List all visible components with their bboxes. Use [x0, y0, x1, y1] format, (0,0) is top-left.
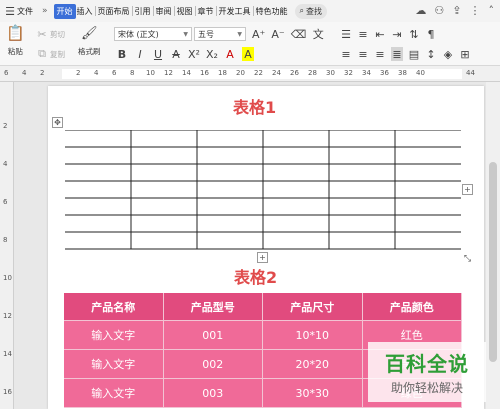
window-controls: ☁ ⚇ ⇪ ⋮ ˄	[415, 4, 494, 17]
table-cell[interactable]: 10*10	[263, 321, 363, 350]
borders-icon[interactable]: ⊞	[459, 47, 471, 61]
tab-features[interactable]: 特色功能	[255, 4, 289, 19]
vertical-scrollbar[interactable]	[486, 82, 500, 409]
justify-icon[interactable]: ≣	[391, 47, 403, 61]
shading-icon[interactable]: ◈	[442, 47, 454, 61]
tab-sections[interactable]: 章节	[197, 4, 215, 19]
numbered-list-icon[interactable]: ≡	[357, 27, 369, 41]
sort-icon[interactable]: ⇅	[408, 27, 420, 41]
align-right-icon[interactable]: ≡	[374, 47, 386, 61]
decrease-indent-icon[interactable]: ⇤	[374, 27, 386, 41]
superscript-button[interactable]: X²	[188, 47, 200, 61]
collapse-icon[interactable]: ˄	[489, 4, 495, 17]
line-spacing-icon[interactable]: ↕	[425, 47, 437, 61]
scissors-icon: ✂	[37, 27, 47, 41]
paste-button[interactable]: 📋 粘贴	[6, 24, 25, 57]
format-painter-button[interactable]: 🖌 格式刷	[78, 26, 101, 57]
table1-title: 表格1	[233, 98, 277, 117]
distribute-icon[interactable]: ▤	[408, 47, 420, 61]
chevron-right-icon[interactable]: »	[42, 6, 48, 16]
increase-indent-icon[interactable]: ⇥	[391, 27, 403, 41]
strikethrough-button[interactable]: A	[170, 47, 182, 61]
share-icon[interactable]: ⇪	[452, 4, 461, 17]
file-menu[interactable]: ☰ 文件	[4, 4, 34, 19]
grow-font-icon[interactable]: A⁺	[252, 27, 265, 41]
chevron-down-icon: ▼	[237, 30, 242, 38]
font-color-button[interactable]: A	[224, 47, 236, 61]
paragraph-align-controls: ≡ ≡ ≡ ≣ ▤ ↕ ◈ ⊞	[340, 47, 471, 61]
brush-icon: 🖌	[80, 25, 98, 41]
tab-review[interactable]: 审阅	[155, 4, 173, 19]
search-box[interactable]: ⌕ 查找	[294, 3, 327, 19]
italic-button[interactable]: I	[134, 47, 146, 61]
table2-title: 表格2	[234, 268, 278, 287]
watermark-title: 百科全说	[385, 352, 469, 376]
table-header-row: 产品名称 产品型号 产品尺寸 产品颜色	[64, 293, 462, 321]
align-left-icon[interactable]: ≡	[340, 47, 352, 61]
search-icon: ⌕	[299, 6, 304, 15]
clipboard-icon: 📋	[6, 24, 25, 42]
copy-icon: ⧉	[38, 47, 46, 60]
ribbon-toolbar: 📋 粘贴 ✂ 剪切 ⧉ 复制 🖌 格式刷 宋体 (正文) ▼ 五号 ▼ A⁺ A…	[0, 22, 500, 66]
pinyin-icon[interactable]: 文	[312, 27, 324, 41]
bold-button[interactable]: B	[116, 47, 128, 61]
watermark-logo: 百科全说 助你轻松解决	[368, 342, 486, 402]
font-size-select[interactable]: 五号 ▼	[194, 27, 246, 41]
user-icon[interactable]: ⚇	[434, 4, 444, 17]
horizontal-ruler[interactable]: 6 4 2 2 4 6 8 10 12 14 16 18 20 22 24 26…	[0, 66, 500, 82]
shrink-font-icon[interactable]: A⁻	[271, 27, 284, 41]
more-icon[interactable]: ⋮	[470, 4, 481, 17]
align-center-icon[interactable]: ≡	[357, 47, 369, 61]
menu-bar: ☰ 文件 » 开始 插入 页面布局 引用 审阅 视图 章节 开发工具 特色功能 …	[0, 0, 500, 22]
table-move-handle[interactable]: ✥	[52, 117, 63, 128]
font-name-select[interactable]: 宋体 (正文) ▼	[114, 27, 192, 41]
table-cell[interactable]: 002	[163, 350, 263, 379]
format-buttons: B I U A X² X₂ A A	[116, 47, 254, 61]
table-cell[interactable]: 001	[163, 321, 263, 350]
tab-page-layout[interactable]: 页面布局	[97, 4, 131, 19]
copy-button[interactable]: ⧉ 复制	[36, 47, 65, 61]
hamburger-icon: ☰	[5, 4, 15, 18]
header-cell[interactable]: 产品型号	[163, 293, 263, 321]
watermark-subtitle: 助你轻松解决	[390, 381, 463, 395]
add-column-button[interactable]: +	[462, 184, 473, 195]
chevron-down-icon: ▼	[183, 30, 188, 38]
table-cell[interactable]: 输入文字	[64, 379, 164, 408]
table-cell[interactable]: 30*30	[263, 379, 363, 408]
header-cell[interactable]: 产品名称	[64, 293, 164, 321]
tab-view[interactable]: 视图	[176, 4, 194, 19]
font-size-controls: A⁺ A⁻ ⌫ 文	[252, 27, 324, 42]
tab-references[interactable]: 引用	[134, 4, 152, 19]
tab-insert[interactable]: 插入	[76, 4, 94, 19]
tab-home[interactable]: 开始	[53, 3, 76, 19]
underline-button[interactable]: U	[152, 47, 164, 61]
paragraph-list-controls: ☰ ≡ ⇤ ⇥ ⇅ ¶	[340, 27, 437, 41]
table-cell[interactable]: 20*20	[263, 350, 363, 379]
vertical-ruler[interactable]: 2 4 6 8 10 12 14 16	[0, 82, 14, 409]
table1-grid[interactable]	[65, 130, 461, 252]
subscript-button[interactable]: X₂	[206, 47, 218, 61]
table-cell[interactable]: 输入文字	[64, 350, 164, 379]
header-cell[interactable]: 产品尺寸	[263, 293, 363, 321]
scrollbar-thumb[interactable]	[489, 162, 497, 362]
header-cell[interactable]: 产品颜色	[362, 293, 462, 321]
cut-button[interactable]: ✂ 剪切	[36, 27, 65, 41]
resize-table-icon[interactable]: ⤡	[462, 253, 473, 264]
bullet-list-icon[interactable]: ☰	[340, 27, 352, 41]
show-marks-icon[interactable]: ¶	[425, 27, 437, 41]
add-row-button[interactable]: +	[257, 252, 268, 263]
tab-developer[interactable]: 开发工具	[218, 4, 252, 19]
highlight-button[interactable]: A	[242, 47, 254, 61]
clear-format-icon[interactable]: ⌫	[291, 27, 307, 41]
table-cell[interactable]: 003	[163, 379, 263, 408]
cloud-icon[interactable]: ☁	[415, 4, 426, 17]
table-cell[interactable]: 输入文字	[64, 321, 164, 350]
